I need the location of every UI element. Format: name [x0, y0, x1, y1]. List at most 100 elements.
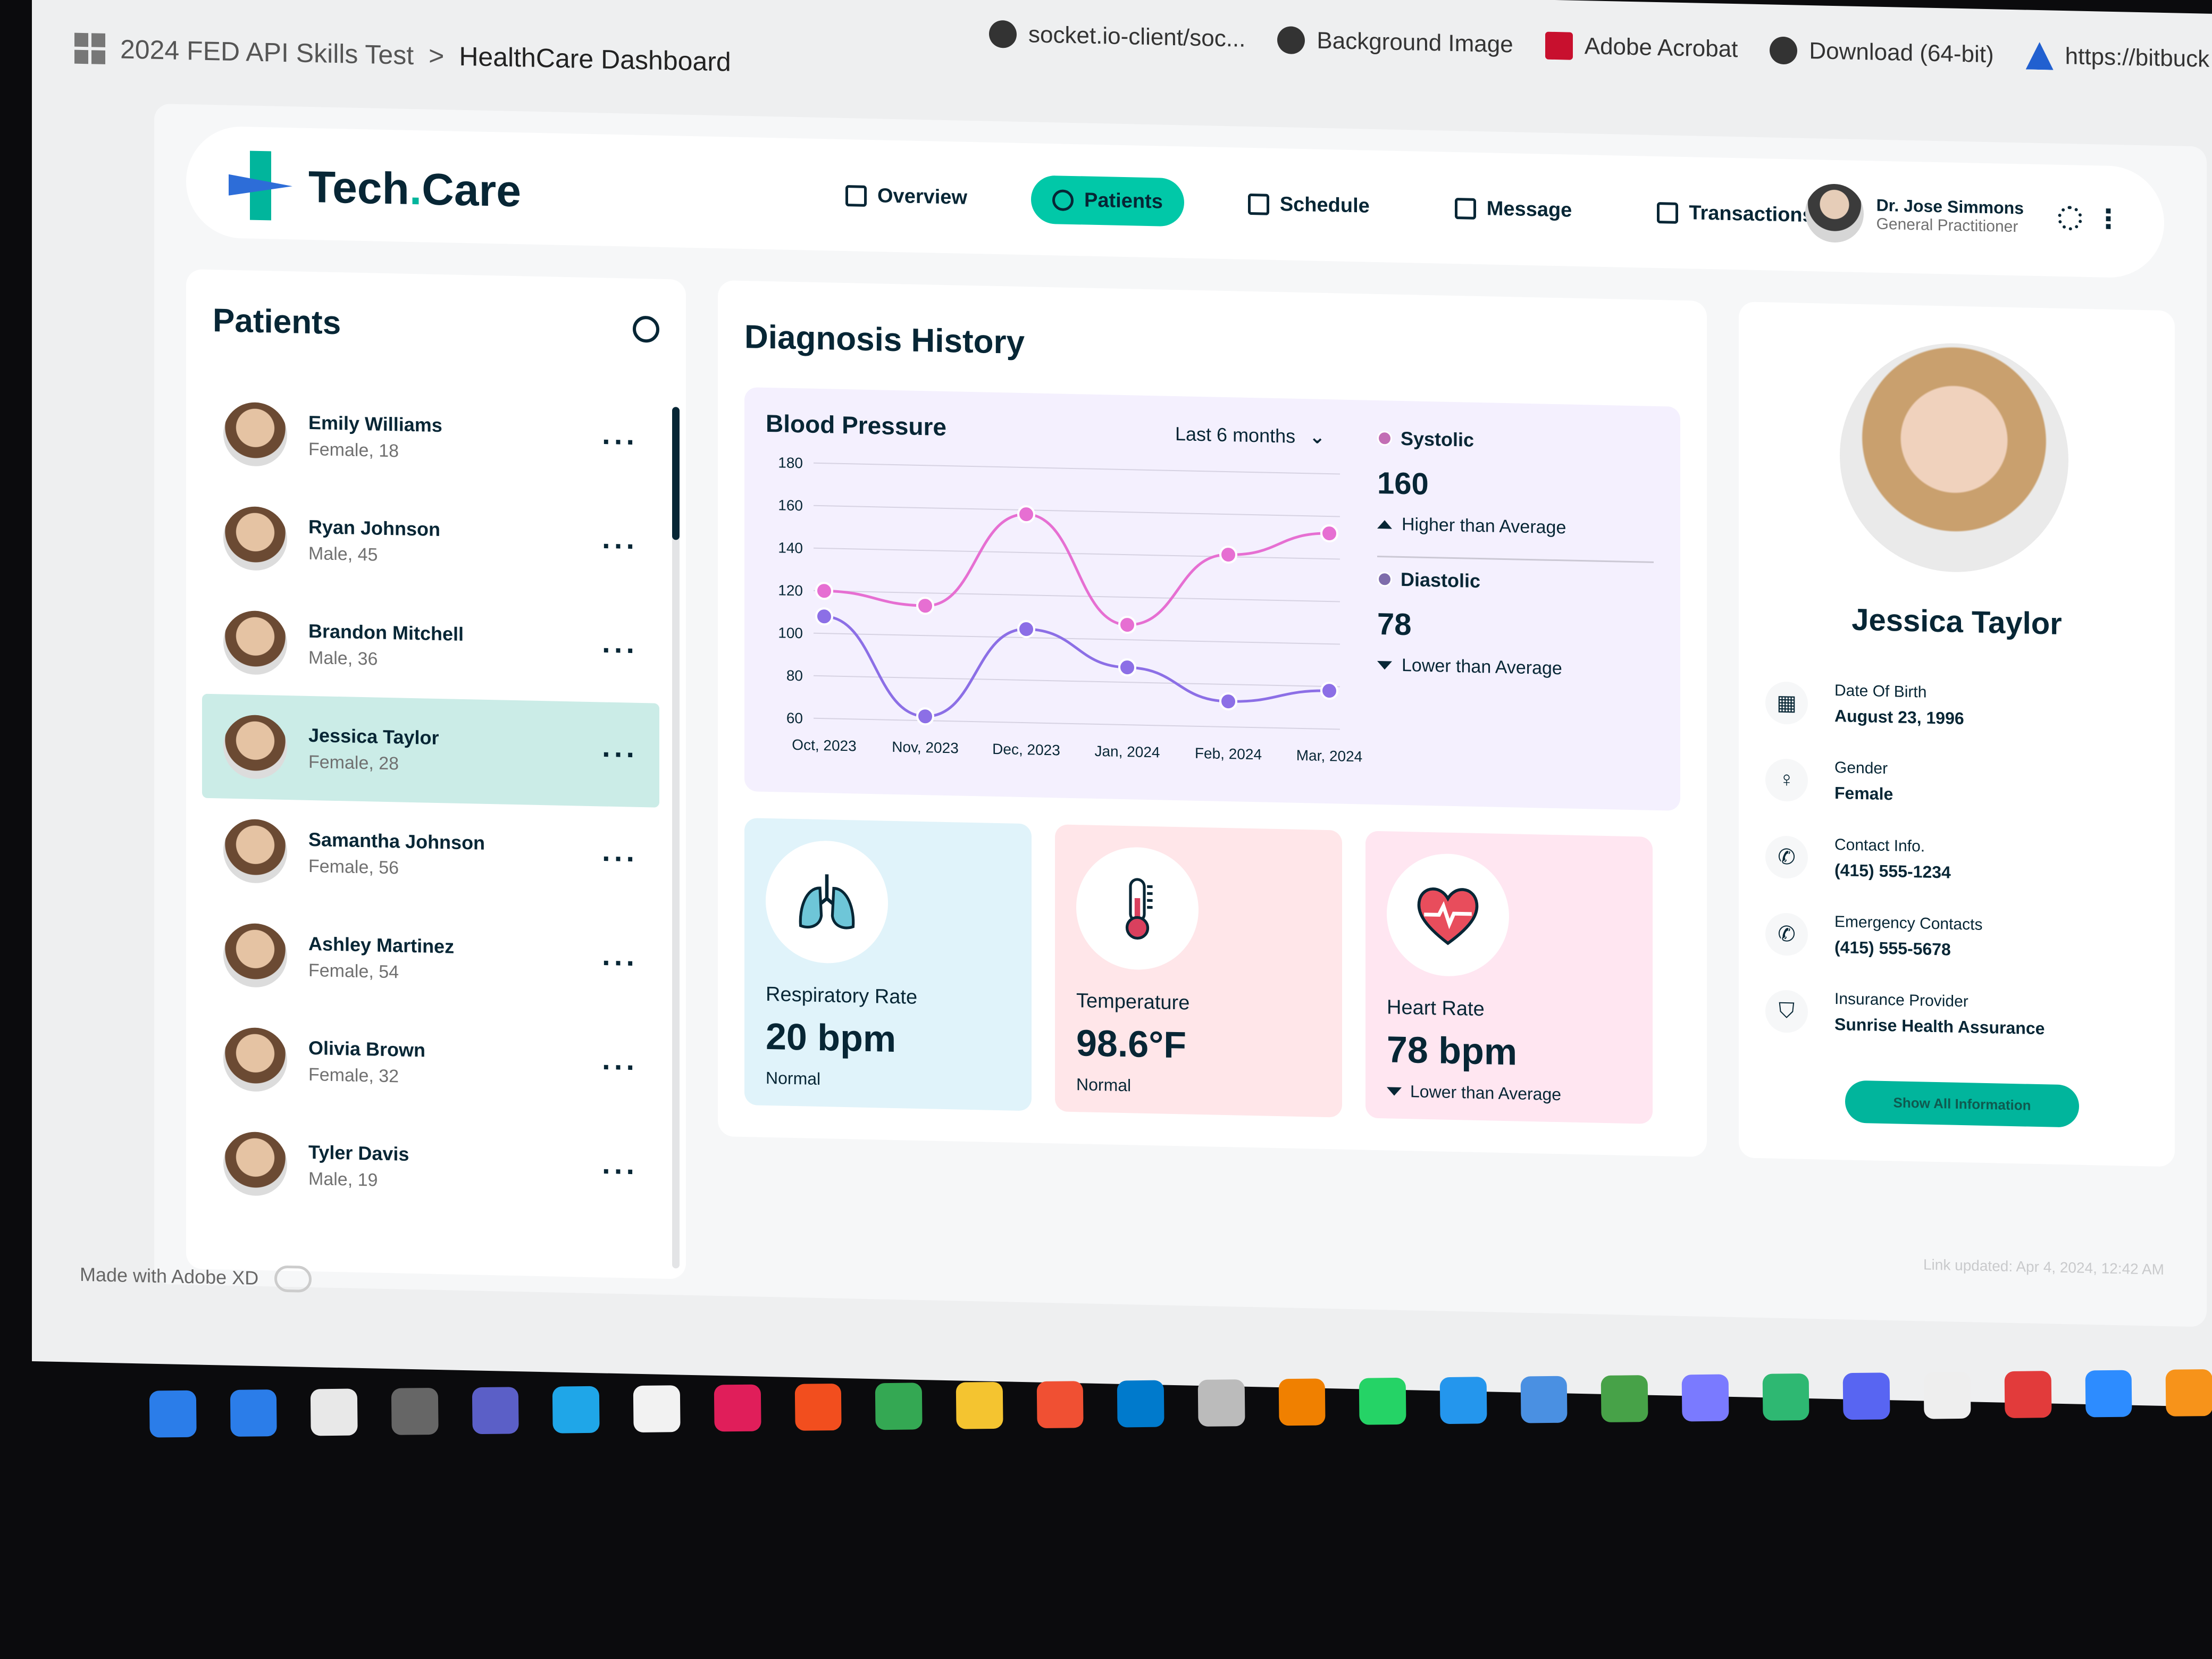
avatar — [1805, 183, 1864, 244]
patient-meta: Female, 28 — [308, 751, 399, 774]
show-all-information-button[interactable]: Show All Information — [1845, 1080, 2079, 1128]
taskbar-search-icon[interactable] — [311, 1388, 358, 1436]
taskbar-meet-icon[interactable] — [472, 1387, 520, 1435]
taskbar-app-icon[interactable] — [1762, 1373, 1809, 1421]
bookmark-bitbucket[interactable]: https://bitbuck — [2026, 42, 2209, 73]
patient-row-selected[interactable]: Jessica Taylor Female, 28 ··· — [202, 693, 659, 808]
taskbar-figma-icon[interactable] — [794, 1383, 842, 1431]
tech-care-logo[interactable]: Tech.Care — [229, 150, 521, 226]
shield-icon: ⛉ — [1765, 989, 1808, 1033]
monitor-screen: socket.io-client/soc... Background Image… — [32, 0, 2212, 1407]
field-value: (415) 555-5678 — [1834, 937, 1951, 959]
taskbar-whatsapp-icon[interactable] — [1359, 1377, 1406, 1425]
x-tick-label: Mar, 2024 — [1296, 747, 1363, 765]
patient-row[interactable]: Olivia Brown Female, 32 ··· — [202, 1007, 659, 1120]
taskbar-app-icon[interactable] — [2165, 1369, 2212, 1417]
taskbar-app-icon[interactable] — [1520, 1376, 1568, 1423]
vital-value: 78 bpm — [1387, 1028, 1518, 1073]
calendar-icon — [1247, 193, 1269, 215]
bookmark-label: Background Image — [1317, 27, 1513, 58]
top-navigation-bar: Tech.Care Overview Patients Schedule Mes… — [186, 125, 2164, 279]
heart-rate-card: Heart Rate 78 bpm Lower than Average — [1365, 831, 1653, 1124]
nav-patients[interactable]: Patients — [1031, 175, 1184, 227]
diastolic-legend: Diastolic 78 Lower than Average — [1377, 555, 1654, 702]
calendar-icon: ▦ — [1765, 681, 1808, 725]
taskbar-discord-icon[interactable] — [1843, 1372, 1890, 1420]
taskbar-zoom-icon[interactable] — [2085, 1370, 2132, 1418]
more-horizontal-icon[interactable]: ··· — [602, 945, 638, 979]
taskbar-app-icon[interactable] — [1681, 1374, 1729, 1422]
arrow-down-icon — [1377, 660, 1392, 670]
patient-row[interactable]: Samantha Johnson Female, 56 ··· — [202, 798, 659, 912]
nav-schedule[interactable]: Schedule — [1227, 179, 1391, 231]
patient-name: Emily Williams — [308, 411, 442, 436]
taskbar-edge-icon[interactable] — [552, 1386, 600, 1434]
data-point — [1219, 692, 1237, 711]
gridline — [814, 505, 1340, 517]
vital-label: Respiratory Rate — [766, 983, 918, 1009]
field-label: Contact Info. — [1834, 836, 1925, 856]
more-horizontal-icon[interactable]: ··· — [602, 1154, 638, 1188]
more-horizontal-icon[interactable]: ··· — [602, 529, 638, 563]
patient-name: Brandon Mitchell — [308, 619, 464, 645]
breadcrumb-parent[interactable]: 2024 FED API Skills Test — [120, 33, 414, 71]
patient-row[interactable]: Brandon Mitchell Male, 36 ··· — [202, 590, 659, 703]
kebab-menu-icon[interactable]: ⋮ — [2095, 204, 2122, 234]
more-horizontal-icon[interactable]: ··· — [602, 424, 638, 458]
patient-row[interactable]: Emily Williams Female, 18 ··· — [202, 381, 659, 495]
taskbar-widgets-icon[interactable] — [149, 1390, 197, 1438]
data-point — [815, 607, 833, 626]
bookmark-label: Download (64-bit) — [1809, 38, 1994, 68]
bookmark-download[interactable]: Download (64-bit) — [1770, 36, 1994, 69]
patient-meta: Female, 32 — [308, 1064, 399, 1086]
field-value: (415) 555-1234 — [1834, 860, 1951, 882]
taskbar-explorer-icon[interactable] — [956, 1381, 1003, 1429]
taskbar-git-icon[interactable] — [1036, 1381, 1084, 1429]
taskbar-vlc-icon[interactable] — [1278, 1378, 1326, 1426]
bookmark-background-image[interactable]: Background Image — [1277, 26, 1513, 58]
taskbar-chrome-icon[interactable] — [875, 1382, 923, 1430]
time-range-select[interactable]: Last 6 months ⌄ — [1175, 423, 1325, 448]
nav-label: Message — [1486, 197, 1572, 222]
nav-overview[interactable]: Overview — [824, 171, 988, 222]
bookmark-adobe-acrobat[interactable]: Adobe Acrobat — [1545, 31, 1738, 64]
taskbar-app-icon[interactable] — [1197, 1379, 1245, 1427]
taskbar-store-icon[interactable] — [633, 1385, 681, 1433]
breadcrumb-separator: > — [429, 40, 445, 71]
credit-card-icon — [1657, 202, 1679, 224]
patient-row[interactable]: Ryan Johnson Male, 45 ··· — [202, 485, 659, 599]
nav-message[interactable]: Message — [1434, 183, 1594, 235]
gear-icon[interactable] — [2058, 205, 2082, 231]
taskbar-vscode-icon[interactable] — [1117, 1380, 1164, 1428]
diastolic-note: Lower than Average — [1402, 655, 1562, 679]
taskbar-notion-icon[interactable] — [1923, 1371, 1971, 1419]
more-horizontal-icon[interactable]: ··· — [602, 737, 638, 771]
patient-row[interactable]: Tyler Davis Male, 19 ··· — [202, 1111, 659, 1225]
vital-label: Temperature — [1076, 990, 1190, 1015]
search-icon[interactable] — [633, 315, 659, 343]
more-horizontal-icon[interactable]: ··· — [602, 1050, 638, 1084]
field-label: Insurance Provider — [1834, 990, 1968, 1011]
bp-legend: Systolic 160 Higher than Average Diastol… — [1377, 416, 1654, 702]
bookmarks-bar: socket.io-client/soc... Background Image… — [989, 20, 2209, 73]
bookmark-label: Adobe Acrobat — [1584, 33, 1738, 63]
taskbar-start-icon[interactable] — [230, 1389, 278, 1437]
patient-meta: Male, 45 — [308, 543, 378, 565]
patients-scrollbar-thumb[interactable] — [672, 407, 680, 540]
user-profile-menu[interactable]: Dr. Jose Simmons General Practitioner ⋮ — [1805, 183, 2122, 248]
more-horizontal-icon[interactable]: ··· — [602, 841, 638, 875]
avatar — [223, 714, 287, 780]
more-horizontal-icon[interactable]: ··· — [602, 633, 638, 667]
taskbar-docker-icon[interactable] — [1439, 1377, 1487, 1425]
field-label: Gender — [1834, 759, 1888, 778]
patient-row[interactable]: Ashley Martinez Female, 54 ··· — [202, 902, 659, 1016]
vital-status: Normal — [1076, 1075, 1132, 1095]
taskbar-slack-icon[interactable] — [714, 1384, 761, 1432]
taskbar-task-view-icon[interactable] — [391, 1387, 439, 1435]
bookmark-socket[interactable]: socket.io-client/soc... — [989, 20, 1245, 53]
patient-profile-panel: Jessica Taylor ▦ Date Of Birth August 23, … — [1739, 301, 2175, 1167]
taskbar-app-icon[interactable] — [2004, 1371, 2052, 1419]
taskbar-mongodb-icon[interactable] — [1601, 1375, 1648, 1422]
apps-grid-icon[interactable] — [74, 32, 105, 64]
field-label: Date Of Birth — [1834, 682, 1927, 701]
